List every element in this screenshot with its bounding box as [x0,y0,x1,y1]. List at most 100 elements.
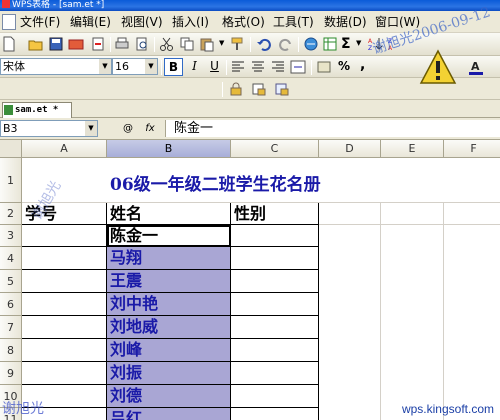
size-dropdown-icon[interactable]: ▼ [145,59,157,74]
cell-c7[interactable] [231,316,319,339]
row-header[interactable]: 4 [0,247,22,270]
italic-button[interactable]: I [185,58,204,76]
cell-a7[interactable] [22,316,107,339]
empty-cells-e[interactable] [381,225,444,420]
open-folder-icon[interactable] [28,36,44,52]
font-color-icon[interactable]: A [468,59,484,75]
name-box[interactable]: B3 ▼ [0,120,98,137]
hyperlink-icon[interactable] [303,36,319,52]
cell-c4[interactable] [231,247,319,270]
zoom-formula-icon[interactable]: @ [120,121,136,137]
sort-descending-icon[interactable]: ZA [387,36,403,52]
column-header-e[interactable]: E [381,140,444,158]
cell-a5[interactable] [22,270,107,293]
align-left-icon[interactable] [230,59,246,75]
row-header[interactable]: 8 [0,339,22,362]
cell-a8[interactable] [22,339,107,362]
export-pdf-icon[interactable] [90,36,106,52]
cell-a10[interactable] [22,385,107,408]
menu-tools[interactable]: 工具(T) [273,14,314,31]
paste-icon[interactable] [199,36,215,52]
function-icon[interactable]: fx [142,121,158,137]
cell-a4[interactable] [22,247,107,270]
cell-c8[interactable] [231,339,319,362]
new-file-icon[interactable] [1,36,17,52]
format-painter-icon[interactable] [229,36,245,52]
cell-c6[interactable] [231,293,319,316]
print-icon[interactable] [114,36,130,52]
empty-cells-f[interactable] [444,225,500,420]
cell-b5[interactable]: 王震 [107,270,231,293]
name-box-dropdown-icon[interactable]: ▼ [85,121,97,136]
menu-file[interactable]: 文件(F) [20,14,60,31]
cell-b7[interactable]: 刘地威 [107,316,231,339]
menu-insert[interactable]: 插入(I) [172,14,209,31]
document-tab[interactable]: sam.et * [2,102,72,118]
cell-c11[interactable] [231,408,319,420]
menu-view[interactable]: 视图(V) [121,14,163,31]
font-size-select[interactable]: 16 ▼ [112,58,158,75]
email-icon[interactable] [68,36,84,52]
autosum-dropdown-icon[interactable]: ▼ [356,39,361,47]
row-header[interactable]: 2 [0,203,22,225]
redo-icon[interactable] [278,36,294,52]
menu-data[interactable]: 数据(D) [324,14,367,31]
cell-b11[interactable]: 吕红 [107,408,231,420]
cut-icon[interactable] [159,36,175,52]
row-header[interactable]: 6 [0,293,22,316]
row-header[interactable]: 11 [0,408,22,420]
cell-a6[interactable] [22,293,107,316]
select-all-corner[interactable] [0,140,22,158]
menu-format[interactable]: 格式(O) [222,14,265,31]
cell-b8[interactable]: 刘峰 [107,339,231,362]
bold-button[interactable]: B [164,58,183,76]
row-header[interactable]: 9 [0,362,22,385]
column-header-b[interactable]: B [107,140,231,158]
menu-window[interactable]: 窗口(W) [375,14,420,31]
cell-c2[interactable]: 性别 [231,203,319,225]
cell-b2[interactable]: 姓名 [107,203,231,225]
cell-f2[interactable] [444,203,500,225]
row-header[interactable]: 5 [0,270,22,293]
align-center-icon[interactable] [250,59,266,75]
empty-cells-d[interactable] [319,225,381,420]
column-header-c[interactable]: C [231,140,319,158]
cell-b10[interactable]: 刘德 [107,385,231,408]
formula-input[interactable]: 陈金一 [165,120,500,137]
protect-sheet-icon[interactable] [251,81,267,97]
percent-button[interactable]: % [338,59,350,73]
row-header[interactable]: 7 [0,316,22,339]
cell-b9[interactable]: 刘振 [107,362,231,385]
cell-c3[interactable] [231,225,319,247]
protect-workbook-icon[interactable] [274,81,290,97]
save-icon[interactable] [48,36,64,52]
cell-b6[interactable]: 刘中艳 [107,293,231,316]
cell-a2[interactable]: 学号 [22,203,107,225]
font-dropdown-icon[interactable]: ▼ [99,59,111,74]
cell-b4[interactable]: 马翔 [107,247,231,270]
lock-cell-icon[interactable] [228,81,244,97]
cell-c10[interactable] [231,385,319,408]
thousands-separator-button[interactable]: , [360,57,365,73]
row-header[interactable]: 3 [0,225,22,247]
cell-c9[interactable] [231,362,319,385]
cell-title-merged[interactable]: 06级一年级二班学生花名册 [22,158,500,203]
column-header-a[interactable]: A [22,140,107,158]
font-name-select[interactable]: 宋体 ▼ [0,58,112,75]
sort-ascending-icon[interactable]: AZ [367,36,383,52]
menu-edit[interactable]: 编辑(E) [70,14,111,31]
paste-dropdown-icon[interactable]: ▼ [219,39,224,47]
sheet-icon[interactable] [322,36,338,52]
row-header[interactable]: 10 [0,385,22,408]
print-preview-icon[interactable] [134,36,150,52]
column-header-d[interactable]: D [319,140,381,158]
cell-a3[interactable] [22,225,107,247]
undo-icon[interactable] [256,36,272,52]
column-header-f[interactable]: F [444,140,500,158]
cell-c5[interactable] [231,270,319,293]
currency-icon[interactable] [316,59,332,75]
spreadsheet-grid[interactable]: A B C D E F 1 2 3 4 5 6 7 8 9 10 11 06级一… [0,140,500,420]
cell-a11[interactable] [22,408,107,420]
cell-b3-active[interactable]: 陈金一 [107,225,231,247]
copy-icon[interactable] [179,36,195,52]
